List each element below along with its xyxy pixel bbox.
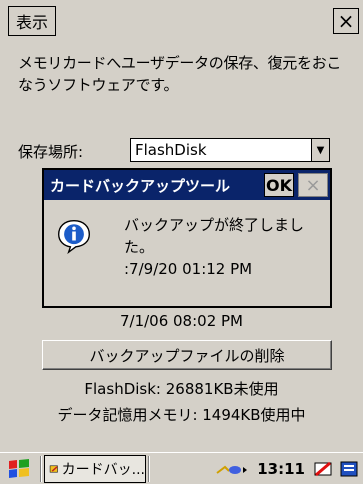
save-location-select[interactable]: FlashDisk ▼ — [130, 138, 330, 162]
dialog-message: バックアップが終了しました。 :7/9/20 01:12 PM — [124, 214, 330, 280]
network-icon[interactable] — [215, 459, 249, 479]
flashdisk-free-space: FlashDisk: 26881KB未使用 — [84, 380, 279, 398]
save-location-value: FlashDisk — [135, 141, 207, 159]
dialog-title: カードバックアップツール — [50, 176, 231, 195]
app-description: メモリカードへユーザデータの保存、復元をおこなうソフトウェアです。 — [18, 54, 342, 94]
clock[interactable]: 13:11 — [257, 460, 305, 478]
taskbar: カードバッ... 13:11 — [0, 452, 363, 484]
start-button[interactable] — [0, 454, 38, 484]
backup-complete-dialog: カードバックアップツール OK × バックアップが終了しました。 :7/9/20… — [42, 168, 332, 308]
close-button[interactable]: × — [333, 8, 359, 34]
card-tool-icon — [49, 465, 58, 472]
save-location-label: 保存場所: — [18, 143, 84, 161]
delete-backup-file-button[interactable]: バックアップファイルの削除 — [42, 340, 332, 370]
view-menu-button[interactable]: 表示 — [8, 6, 56, 36]
taskbar-separator — [40, 455, 42, 482]
dialog-titlebar: カードバックアップツール OK × — [44, 170, 330, 200]
dialog-close-button: × — [298, 173, 328, 197]
memory-usage: データ記憶用メモリ: 1494KB使用中 — [57, 406, 306, 424]
ok-button[interactable]: OK — [264, 173, 294, 197]
taskbar-task-label: カードバッ... — [61, 461, 145, 478]
keyboard-icon[interactable] — [339, 459, 359, 479]
info-icon — [58, 220, 90, 254]
start-flag-icon — [9, 458, 29, 478]
dialog-message-date: :7/9/20 01:12 PM — [124, 260, 253, 278]
dropdown-arrow-icon[interactable]: ▼ — [311, 139, 329, 161]
taskbar-task-card-backup[interactable]: カードバッ... — [44, 454, 146, 483]
system-tray: 13:11 — [152, 459, 363, 479]
last-backup-date: 7/1/06 08:02 PM — [119, 312, 244, 330]
taskbar-separator — [148, 455, 150, 482]
battery-icon[interactable] — [313, 459, 335, 479]
dialog-message-line: バックアップが終了しました。 — [124, 216, 305, 256]
